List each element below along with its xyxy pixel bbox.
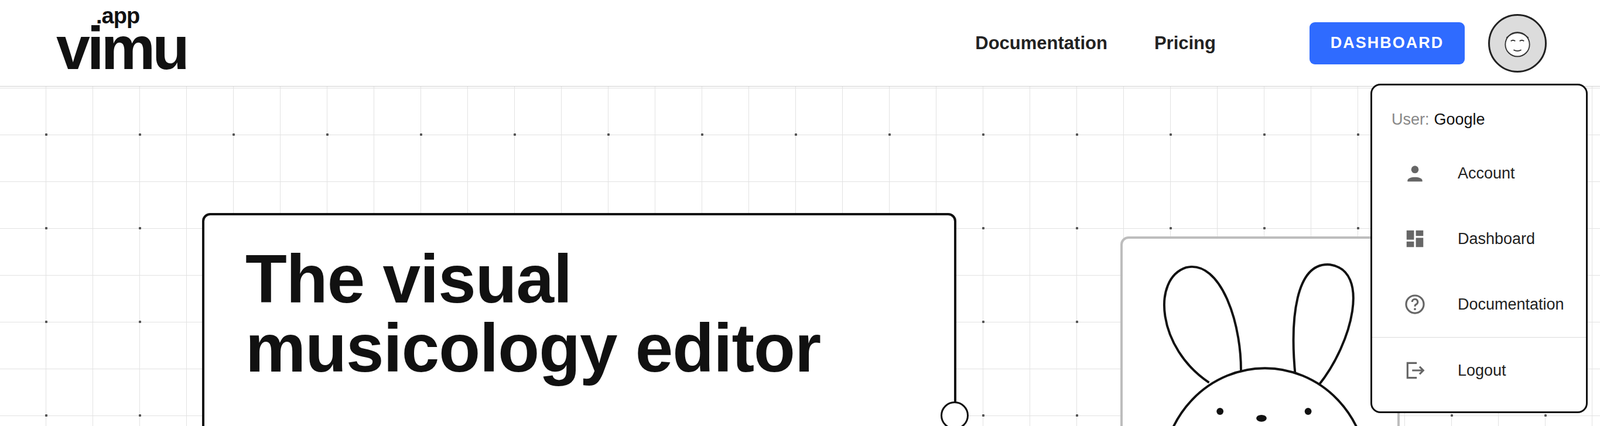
logout-item[interactable]: Logout (1372, 337, 1586, 404)
hero-title: The visual musicology editor (245, 244, 914, 384)
user-label: User: (1391, 110, 1430, 129)
user-name: Google (1434, 110, 1486, 129)
page: .appvimu Documentation Pricing DASHBOARD The… (0, 0, 1600, 426)
header: .appvimu Documentation Pricing DASHBOARD (0, 0, 1600, 87)
nav-link[interactable]: Documentation (975, 32, 1108, 54)
logo[interactable]: .appvimu (56, 4, 187, 79)
menu-item[interactable]: Dashboard (1372, 206, 1586, 272)
hero-card: The visual musicology editor (202, 213, 957, 426)
avatar[interactable] (1488, 14, 1547, 73)
nav-link[interactable]: Pricing (1154, 32, 1216, 54)
menu-item-label: Dashboard (1457, 230, 1535, 249)
menu-item-label: Documentation (1457, 295, 1565, 314)
logo-name: vimu (56, 17, 187, 79)
menu-separator (1372, 337, 1586, 338)
help-icon (1403, 293, 1427, 316)
connector-handle[interactable] (940, 401, 969, 426)
person-icon (1403, 162, 1427, 185)
illustration-card (1120, 236, 1400, 426)
dashboard-icon (1403, 227, 1427, 251)
logout-icon (1403, 359, 1427, 382)
menu-item[interactable]: Documentation (1372, 271, 1586, 338)
user-menu: User:Google Account Dashboard Documentation… (1370, 83, 1588, 414)
menu-item[interactable]: Account (1372, 140, 1586, 207)
dashboard-button[interactable]: DASHBOARD (1309, 22, 1465, 65)
hero-canvas: The visual musicology editor (0, 86, 1600, 426)
menu-item-label: Account (1457, 164, 1516, 183)
bunny-icon (1122, 238, 1398, 426)
menu-item-label: Logout (1457, 361, 1507, 381)
face-icon (1489, 15, 1545, 71)
nav: Documentation Pricing (975, 32, 1216, 54)
menu-user: User:Google (1372, 107, 1586, 132)
